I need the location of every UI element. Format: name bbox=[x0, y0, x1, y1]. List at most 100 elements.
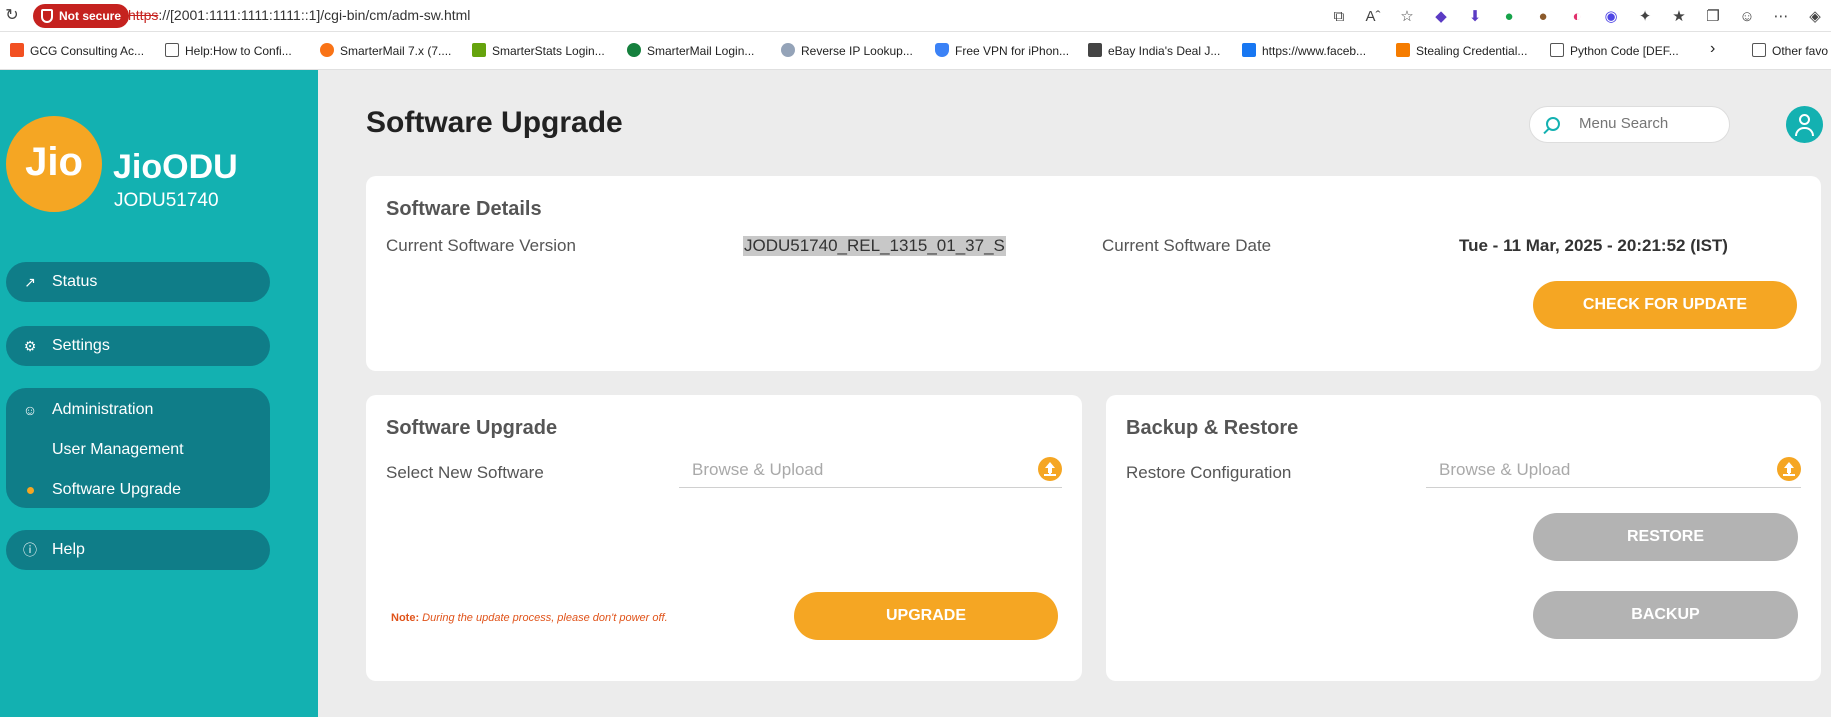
copilot-icon[interactable]: ◈ bbox=[1803, 4, 1827, 28]
jio-logo: Jio bbox=[6, 116, 102, 212]
bookmark-item[interactable]: SmarterStats Login... bbox=[472, 43, 605, 58]
power-off-note: Note: During the update process, please … bbox=[391, 612, 668, 624]
bookmarks-overflow-chevron-icon[interactable]: › bbox=[1710, 40, 1715, 58]
nav-help[interactable]: ⓘ Help bbox=[6, 530, 270, 570]
read-aloud-icon[interactable]: Aˆ bbox=[1361, 4, 1385, 28]
code-icon bbox=[1550, 43, 1564, 57]
facebook-icon bbox=[1242, 43, 1256, 57]
search-icon bbox=[1546, 117, 1560, 131]
bookmark-item[interactable]: https://www.faceb... bbox=[1242, 43, 1366, 58]
download-extension-icon[interactable]: ⬇ bbox=[1463, 4, 1487, 28]
immersive-reader-icon[interactable]: ⧉ bbox=[1327, 4, 1351, 28]
select-software-label: Select New Software bbox=[386, 463, 544, 482]
user-icon bbox=[1799, 114, 1810, 125]
diamond-icon bbox=[165, 43, 179, 57]
software-upgrade-title: Software Upgrade bbox=[386, 417, 558, 439]
browser-toolbar-icons: ⧉ Aˆ ☆ ◆ ⬇ ● ● ◐ ◉ ✦ ★ ❐ ☺ ⋯ ◈ bbox=[1327, 4, 1831, 28]
nav-settings-label: Settings bbox=[52, 337, 110, 354]
backup-button[interactable]: BACKUP bbox=[1533, 591, 1798, 639]
help-circle-icon: ⓘ bbox=[23, 542, 37, 558]
color-picker-icon[interactable]: ◐ bbox=[1565, 4, 1589, 28]
bookmark-item[interactable]: Python Code [DEF... bbox=[1550, 43, 1679, 58]
bookmarks-bar: GCG Consulting Ac... Help:How to Confi..… bbox=[0, 32, 1831, 70]
blogger-icon bbox=[1396, 43, 1410, 57]
note-text: During the update process, please don't … bbox=[422, 612, 668, 624]
bookmark-item[interactable]: Reverse IP Lookup... bbox=[781, 43, 913, 58]
nav-status[interactable]: ↗ Status bbox=[6, 262, 270, 302]
collections-icon[interactable]: ❐ bbox=[1701, 4, 1725, 28]
nav-settings-row[interactable]: ⚙ Settings bbox=[6, 326, 270, 366]
extension-icon[interactable]: ◆ bbox=[1429, 4, 1453, 28]
url-field[interactable]: https://[2001:1111:1111:1111::1]/cgi-bin… bbox=[128, 7, 470, 23]
device-serial: JODU51740 bbox=[114, 190, 219, 211]
upload-icon[interactable] bbox=[1777, 457, 1801, 481]
version-value: JODU51740_REL_1315_01_37_S bbox=[743, 236, 1006, 256]
restore-config-label: Restore Configuration bbox=[1126, 463, 1292, 482]
security-label: Not secure bbox=[59, 9, 122, 23]
nav-help-row[interactable]: ⓘ Help bbox=[6, 530, 270, 570]
nav-software-upgrade[interactable]: Software Upgrade bbox=[6, 470, 270, 510]
grammarly-icon[interactable]: ● bbox=[1497, 4, 1521, 28]
backup-restore-card: Backup & Restore Restore Configuration B… bbox=[1106, 395, 1821, 681]
bookmark-item[interactable]: Free VPN for iPhon... bbox=[935, 43, 1069, 58]
security-badge[interactable]: Not secure bbox=[33, 4, 130, 28]
bookmark-item[interactable]: SmarterMail 7.x (7.... bbox=[320, 43, 451, 58]
nav-user-management[interactable]: User Management bbox=[6, 430, 270, 470]
device-brand: JioODU bbox=[113, 148, 238, 186]
software-details-card: Software Details Current Software Versio… bbox=[366, 176, 1821, 371]
restore-upload-field[interactable]: Browse & Upload bbox=[1426, 454, 1801, 488]
ebay-icon bbox=[1088, 43, 1102, 57]
url-protocol: https bbox=[128, 7, 159, 23]
software-upgrade-card: Software Upgrade Select New Software Bro… bbox=[366, 395, 1082, 681]
upload-icon[interactable] bbox=[1038, 457, 1062, 481]
bookmark-item[interactable]: Stealing Credential... bbox=[1396, 43, 1527, 58]
active-dot-icon bbox=[27, 487, 34, 494]
page-title: Software Upgrade bbox=[366, 106, 623, 139]
note-prefix: Note: bbox=[391, 612, 420, 624]
nav-administration-group: ☺ Administration User Management Softwar… bbox=[6, 388, 270, 508]
user-gear-icon: ☺ bbox=[22, 402, 38, 418]
chart-line-icon: ↗ bbox=[24, 274, 36, 290]
vpn-shield-icon bbox=[935, 43, 949, 57]
software-upload-placeholder: Browse & Upload bbox=[692, 460, 824, 479]
restore-button[interactable]: RESTORE bbox=[1533, 513, 1798, 561]
user-profile-button[interactable] bbox=[1786, 106, 1823, 143]
version-label: Current Software Version bbox=[386, 236, 576, 255]
bookmark-item[interactable]: GCG Consulting Ac... bbox=[10, 43, 144, 58]
nav-status-row[interactable]: ↗ Status bbox=[6, 262, 270, 302]
menu-search[interactable] bbox=[1529, 106, 1730, 143]
nav-help-label: Help bbox=[52, 541, 85, 558]
extensions-puzzle-icon[interactable]: ✦ bbox=[1633, 4, 1657, 28]
date-label: Current Software Date bbox=[1102, 236, 1272, 255]
bookmark-folder-other[interactable]: Other favo bbox=[1752, 43, 1828, 58]
nav-administration-label: Administration bbox=[52, 401, 154, 418]
bookmark-item[interactable]: Help:How to Confi... bbox=[165, 43, 292, 58]
shield-icon bbox=[41, 9, 53, 23]
restore-upload-placeholder: Browse & Upload bbox=[1439, 460, 1571, 479]
nav-software-upgrade-label: Software Upgrade bbox=[52, 481, 181, 498]
favorite-star-icon[interactable]: ☆ bbox=[1395, 4, 1419, 28]
smartermail-login-icon bbox=[627, 43, 641, 57]
nav-settings[interactable]: ⚙ Settings bbox=[6, 326, 270, 366]
nav-administration[interactable]: ☺ Administration bbox=[6, 390, 270, 430]
backup-restore-title: Backup & Restore bbox=[1126, 417, 1299, 439]
menu-search-input[interactable] bbox=[1579, 115, 1719, 132]
nav-user-management-label: User Management bbox=[52, 441, 184, 458]
check-for-update-button[interactable]: CHECK FOR UPDATE bbox=[1533, 281, 1797, 329]
software-upload-field[interactable]: Browse & Upload bbox=[679, 454, 1062, 488]
bookmark-item[interactable]: SmarterMail Login... bbox=[627, 43, 754, 58]
browser-address-bar: ↻ Not secure https://[2001:1111:1111:111… bbox=[0, 0, 1831, 32]
favorites-icon[interactable]: ★ bbox=[1667, 4, 1691, 28]
more-menu-icon[interactable]: ⋯ bbox=[1769, 4, 1793, 28]
reload-icon[interactable]: ↻ bbox=[3, 7, 21, 25]
microsoft-icon bbox=[10, 43, 24, 57]
sidebar: Jio JioODU JODU51740 ↗ Status ⚙ Settings… bbox=[0, 70, 318, 717]
cookie-icon[interactable]: ● bbox=[1531, 4, 1555, 28]
stats-icon bbox=[472, 43, 486, 57]
bookmark-item[interactable]: eBay India's Deal J... bbox=[1088, 43, 1220, 58]
url-path: ://[2001:1111:1111:1111::1]/cgi-bin/cm/a… bbox=[158, 7, 471, 23]
upgrade-button[interactable]: UPGRADE bbox=[794, 592, 1058, 640]
profile-avatar-icon[interactable]: ☺ bbox=[1735, 4, 1759, 28]
vpn-extension-icon[interactable]: ◉ bbox=[1599, 4, 1623, 28]
smartermail-icon bbox=[320, 43, 334, 57]
